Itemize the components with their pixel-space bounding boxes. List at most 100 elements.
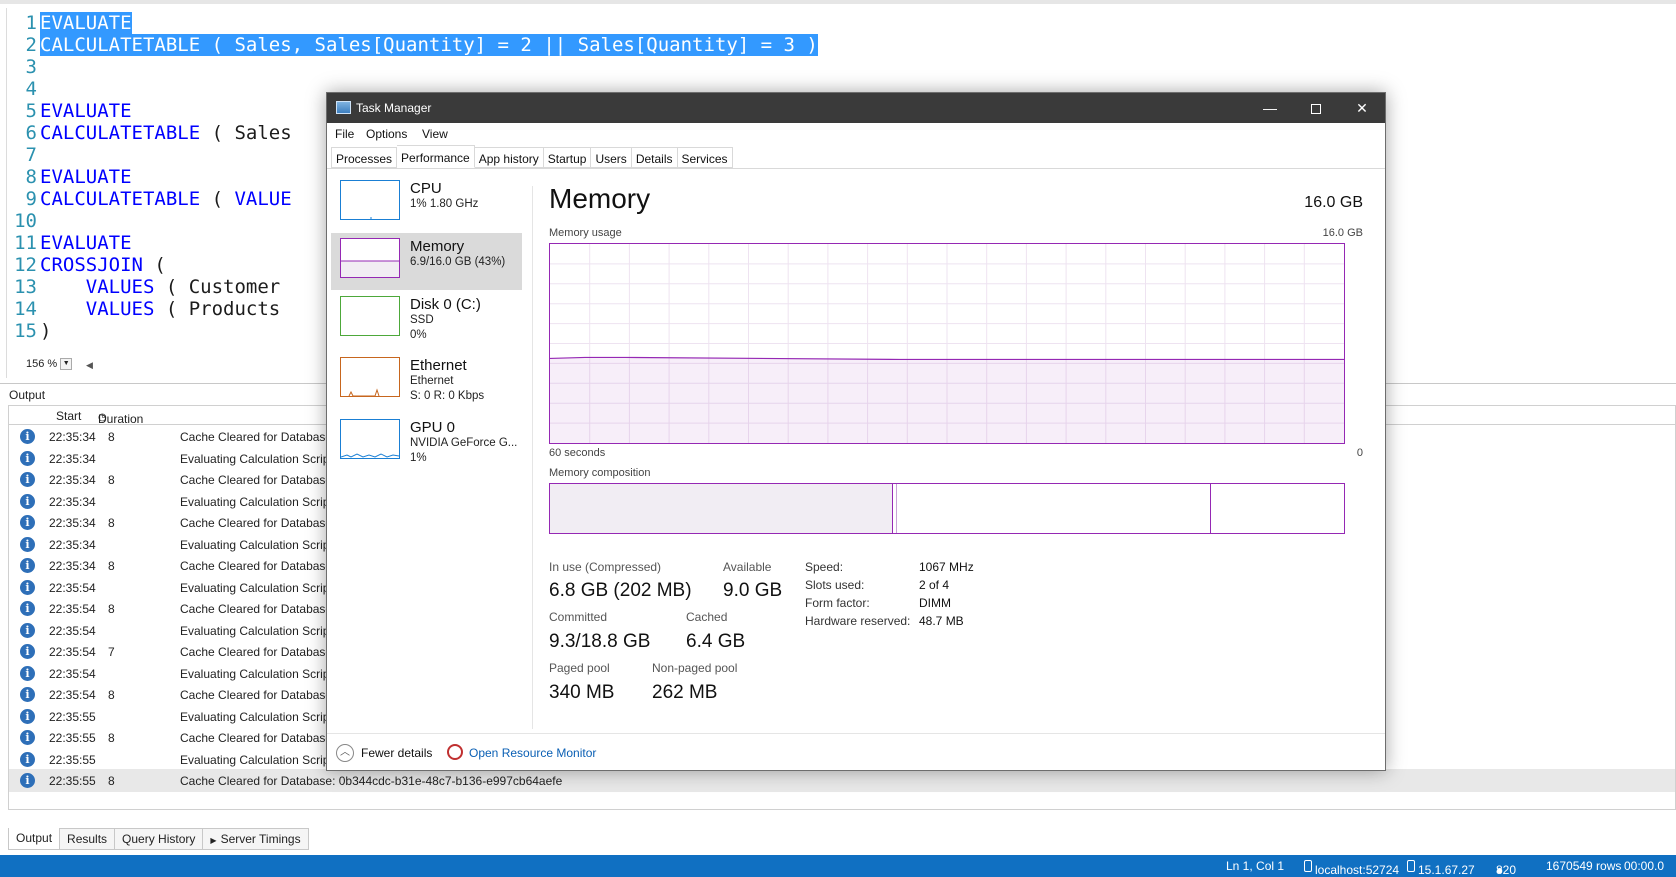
- bottom-tab-output[interactable]: Output: [8, 828, 61, 850]
- menu-options[interactable]: Options: [366, 127, 407, 141]
- task-manager-footer: ︿ Fewer details Open Resource Monitor: [327, 733, 1385, 771]
- row-start: 22:35:54: [49, 580, 96, 595]
- expand-icon: ▶: [210, 836, 217, 845]
- code-line[interactable]: 2 CALCULATETABLE ( Sales, Sales[Quantity]…: [0, 34, 818, 56]
- code-token: VALUES: [85, 276, 155, 298]
- resource-thumbnail: [340, 296, 400, 336]
- info-icon: i: [20, 687, 35, 702]
- maximize-button[interactable]: [1293, 93, 1339, 123]
- resource-detail: Ethernet: [410, 375, 454, 387]
- code-line[interactable]: 8 EVALUATE: [0, 166, 132, 188]
- row-start: 22:35:34: [49, 494, 96, 509]
- info-icon: i: [20, 493, 35, 509]
- start-column-header[interactable]: Start: [56, 409, 81, 423]
- server-status[interactable]: localhost:52724: [1304, 859, 1399, 877]
- cached-label: Cached: [686, 610, 728, 624]
- zoom-level: 156 %: [26, 358, 58, 370]
- bottom-tab-query-history[interactable]: Query History: [115, 828, 204, 850]
- row-duration: 8: [108, 731, 115, 745]
- line-number: 14: [14, 298, 37, 320]
- selected-code: EVALUATE: [40, 12, 132, 34]
- document-icon: [1407, 860, 1415, 872]
- zoom-control[interactable]: 156 % ▼: [26, 358, 73, 370]
- sidebar-item-gpu[interactable]: GPU 0 NVIDIA GeForce G... 1%: [331, 414, 522, 471]
- sidebar-item-cpu[interactable]: CPU 1% 1.80 GHz: [331, 175, 522, 232]
- code-line[interactable]: 11 EVALUATE: [0, 232, 131, 254]
- line-number: 15: [14, 320, 37, 342]
- row-duration: 8: [108, 516, 115, 530]
- resource-name: GPU 0: [410, 419, 456, 436]
- spec-label: Form factor:: [805, 596, 870, 610]
- table-row[interactable]: i 22:35:55 8 Cache Cleared for Database: 0b…: [9, 769, 1675, 792]
- bottom-tab-server-timings[interactable]: ▶ Server Timings: [203, 828, 309, 850]
- info-icon: i: [20, 751, 35, 767]
- task-manager-tabs: Processes Performance App history Startup Us…: [331, 145, 733, 168]
- code-line[interactable]: 13 VALUES ( Customer: [0, 276, 280, 298]
- sidebar-item-memory[interactable]: Memory 6.9/16.0 GB (43%): [331, 233, 522, 290]
- info-icon: i: [20, 450, 35, 466]
- info-icon: i: [20, 601, 35, 616]
- row-duration: 8: [108, 688, 115, 702]
- tab-services[interactable]: Services: [677, 147, 733, 168]
- in-use-label: In use (Compressed): [549, 560, 662, 574]
- paged-pool-label: Paged pool: [549, 661, 610, 675]
- code-line[interactable]: 7: [0, 144, 40, 166]
- paged-pool-value: 340 MB: [549, 682, 615, 703]
- row-duration: 7: [108, 645, 115, 659]
- resource-name: CPU: [410, 180, 442, 197]
- row-count: 1670549 rows: [1546, 859, 1622, 873]
- row-start: 22:35:54: [49, 688, 96, 702]
- resource-thumbnail: [340, 419, 400, 459]
- code-line[interactable]: 9 CALCULATETABLE ( VALUE: [0, 188, 292, 210]
- code-line[interactable]: 15): [0, 320, 51, 342]
- code-line[interactable]: 4: [0, 78, 40, 100]
- tab-users[interactable]: Users: [591, 147, 632, 168]
- zoom-dropdown-icon[interactable]: ▼: [60, 358, 73, 370]
- task-manager-title: Task Manager: [356, 101, 432, 115]
- task-manager-titlebar[interactable]: Task Manager — ✕: [327, 93, 1385, 123]
- menu-file[interactable]: File: [335, 127, 354, 141]
- menu-view[interactable]: View: [422, 127, 448, 141]
- close-button[interactable]: ✕: [1339, 93, 1385, 123]
- tab-details[interactable]: Details: [631, 147, 678, 168]
- fewer-details-link[interactable]: Fewer details: [361, 746, 432, 760]
- code-line[interactable]: 5 EVALUATE: [0, 100, 132, 122]
- row-start: 22:35:34: [49, 537, 96, 552]
- resource-detail: 6.9/16.0 GB (43%): [410, 256, 506, 268]
- task-manager-window[interactable]: Task Manager — ✕ File Options View Proce…: [326, 92, 1386, 771]
- tab-processes[interactable]: Processes: [331, 147, 398, 168]
- code-line[interactable]: 10: [0, 210, 40, 232]
- code-line[interactable]: 14 VALUES ( Products: [0, 298, 280, 320]
- tab-app-history[interactable]: App history: [474, 147, 544, 168]
- minimize-button[interactable]: —: [1247, 93, 1293, 123]
- line-number: 6: [25, 122, 37, 144]
- line-number: 12: [14, 254, 37, 276]
- sidebar-item-disk[interactable]: Disk 0 (C:) SSD 0%: [331, 291, 522, 348]
- code-line[interactable]: 1 EVALUATE: [0, 12, 132, 34]
- row-message: Evaluating Calculation Script: [180, 623, 333, 638]
- resource-monitor-icon: [447, 744, 463, 760]
- resource-detail: NVIDIA GeForce G...: [410, 437, 518, 449]
- row-message: Cache Cleared for Database: [180, 602, 333, 616]
- row-message: Cache Cleared for Database: 0b344cdc-b31…: [180, 774, 563, 788]
- code-line[interactable]: 12 CROSSJOIN (: [0, 254, 166, 276]
- chevron-up-icon[interactable]: ︿: [336, 744, 354, 762]
- code-line[interactable]: 3: [0, 56, 40, 78]
- info-icon: i: [20, 515, 35, 530]
- row-message: Cache Cleared for Database: [180, 645, 333, 659]
- open-resource-monitor-link[interactable]: Open Resource Monitor: [469, 746, 596, 760]
- in-use-value: 6.8 GB (202 MB): [549, 580, 692, 601]
- code-line[interactable]: 6 CALCULATETABLE ( Sales: [0, 122, 292, 144]
- scroll-left-icon[interactable]: ◀: [86, 360, 93, 371]
- row-message: Cache Cleared for Database: [180, 473, 333, 487]
- resource-detail-2: 0%: [410, 329, 427, 341]
- memory-usage-max: 16.0 GB: [1322, 227, 1363, 239]
- tab-performance[interactable]: Performance: [397, 145, 475, 168]
- bottom-tab-results[interactable]: Results: [60, 828, 116, 850]
- resource-thumbnail: [340, 238, 400, 278]
- sidebar-item-ethernet[interactable]: Ethernet Ethernet S: 0 R: 0 Kbps: [331, 352, 522, 409]
- resource-name: Ethernet: [410, 357, 467, 374]
- line-number: 5: [25, 100, 37, 122]
- tab-startup[interactable]: Startup: [543, 147, 592, 168]
